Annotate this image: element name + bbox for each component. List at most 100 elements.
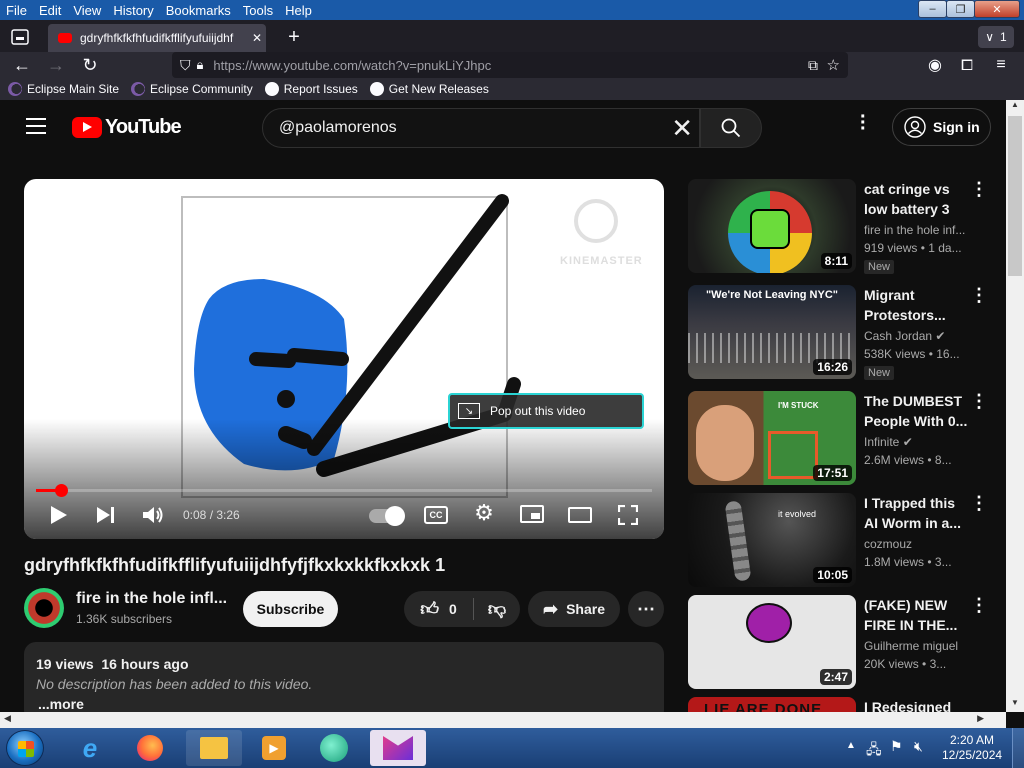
media-player-icon[interactable]: ▶ [246, 730, 302, 766]
theater-mode-icon[interactable] [568, 507, 592, 523]
more-options-icon[interactable]: ⋮ [970, 179, 988, 200]
channel-name[interactable]: Guilherme miguel [864, 639, 974, 653]
scroll-left-icon[interactable]: ◀ [4, 713, 11, 724]
menu-bookmarks[interactable]: Bookmarks [160, 3, 237, 18]
more-options-icon[interactable]: ⋮ [970, 285, 988, 306]
volume-muted-icon[interactable]: 🔇︎ [914, 738, 923, 755]
scroll-down-icon[interactable]: ▼ [1006, 698, 1024, 712]
video-thumbnail[interactable]: it evolved 10:05 [688, 493, 856, 587]
recommendation-item[interactable]: 8:11 cat cringe vs low battery 3 fire in… [688, 179, 1006, 274]
search-input[interactable]: @paolamorenos [279, 119, 397, 137]
recommendation-item[interactable]: LIE ARE DONE I Redesigned [688, 697, 1006, 712]
menu-file[interactable]: File [0, 3, 33, 18]
close-window-button[interactable]: ✕ [974, 0, 1020, 18]
bookmark-eclipse-community[interactable]: Eclipse Community [131, 82, 253, 96]
lock-icon[interactable]: 🔒︎ [197, 57, 204, 73]
progress-track[interactable] [36, 489, 652, 492]
show-hidden-icons[interactable]: ▲ [846, 740, 856, 751]
extensions-icon[interactable]: ⧠ [956, 54, 978, 76]
minimize-button[interactable]: – [918, 0, 947, 18]
active-app-icon[interactable] [370, 730, 426, 766]
bookmark-eclipse-main[interactable]: Eclipse Main Site [8, 82, 119, 96]
network-icon[interactable]: 🖧︎ [866, 739, 882, 763]
shield-icon[interactable]: ⛉ [180, 57, 191, 74]
video-title[interactable]: (FAKE) NEW FIRE IN THE... [864, 595, 968, 635]
settings-gear-icon[interactable]: ⚙ [472, 500, 496, 525]
menu-edit[interactable]: Edit [33, 3, 67, 18]
vertical-scrollbar[interactable]: ▲ ▼ [1006, 100, 1024, 712]
clear-search-icon[interactable]: ✕ [671, 113, 693, 144]
bookmark-get-new-releases[interactable]: Get New Releases [369, 82, 489, 96]
next-button[interactable] [96, 506, 116, 529]
channel-avatar[interactable] [24, 588, 64, 628]
tab-close-icon[interactable]: ✕ [252, 31, 262, 45]
reload-icon[interactable]: ↻ [78, 54, 102, 76]
horizontal-scrollbar[interactable]: ◀ ▶ [0, 712, 1006, 728]
subscribe-button[interactable]: Subscribe [243, 591, 338, 627]
like-button[interactable]: 👍︎ 0 [404, 598, 474, 620]
app-icon[interactable] [306, 730, 362, 766]
menu-hamburger-icon[interactable]: ≡ [990, 54, 1012, 76]
video-thumbnail[interactable]: "We're Not Leaving NYC" 16:26 [688, 285, 856, 379]
menu-view[interactable]: View [67, 3, 107, 18]
menu-help[interactable]: Help [279, 3, 318, 18]
show-desktop-button[interactable] [1012, 728, 1024, 768]
maximize-button[interactable]: ❐ [946, 0, 975, 18]
recommendation-item[interactable]: it evolved 10:05 I Trapped this AI Worm … [688, 493, 1006, 587]
menu-history[interactable]: History [107, 3, 159, 18]
youtube-logo[interactable]: YouTube [72, 116, 182, 138]
description-box[interactable]: 19 views 16 hours ago No description has… [24, 642, 664, 712]
channel-name[interactable]: Cash Jordan ✔ [864, 329, 974, 343]
video-thumbnail[interactable]: I'M STUCK 17:51 [688, 391, 856, 485]
miniplayer-icon[interactable] [520, 505, 544, 523]
video-thumbnail[interactable]: 2:47 [688, 595, 856, 689]
url-bar[interactable]: ⛉ 🔒︎ https://www.youtube.com/watch?v=pnu… [172, 52, 848, 78]
video-title[interactable]: I Trapped this AI Worm in a... [864, 493, 968, 533]
firefox-view-icon[interactable] [8, 26, 32, 48]
account-icon[interactable]: ◉ [924, 54, 946, 76]
popout-tooltip[interactable]: ↘ Pop out this video [448, 393, 644, 429]
video-thumbnail[interactable]: LIE ARE DONE [688, 697, 856, 712]
forward-arrow-icon[interactable]: → [44, 54, 68, 76]
start-button[interactable] [6, 730, 44, 766]
recommendation-item[interactable]: "We're Not Leaving NYC" 16:26 Migrant Pr… [688, 285, 1006, 380]
more-link[interactable]: ...more [38, 696, 84, 712]
settings-more-icon[interactable]: · · · [860, 107, 868, 140]
bookmark-report-issues[interactable]: Report Issues [264, 82, 358, 96]
scroll-right-icon[interactable]: ▶ [977, 713, 984, 724]
autoplay-toggle[interactable] [369, 506, 405, 526]
picture-in-picture-icon[interactable]: ⧉ [808, 57, 818, 74]
video-thumbnail[interactable]: 8:11 [688, 179, 856, 273]
scrollbar-thumb[interactable] [1008, 116, 1022, 276]
captions-icon[interactable]: CC [424, 506, 448, 524]
recommendation-item[interactable]: I'M STUCK 17:51 The DUMBEST People With … [688, 391, 1006, 485]
recommendation-item[interactable]: 2:47 (FAKE) NEW FIRE IN THE... Guilherme… [688, 595, 1006, 689]
channel-name[interactable]: fire in the hole infl... [76, 590, 227, 608]
video-title[interactable]: The DUMBEST People With 0... [864, 391, 968, 431]
video-title[interactable]: Migrant Protestors... [864, 285, 968, 325]
play-button[interactable] [50, 505, 68, 530]
fullscreen-icon[interactable] [617, 504, 639, 526]
tab-active[interactable]: gdryfhfkfkfhfudifkfflifyufuiijdhf ✕ [48, 24, 266, 52]
hamburger-menu-icon[interactable] [26, 118, 46, 134]
video-title[interactable]: I Redesigned [864, 697, 968, 712]
volume-button[interactable] [142, 505, 164, 530]
search-box[interactable]: @paolamorenos ✕ [262, 108, 700, 148]
more-options-icon[interactable]: ⋮ [970, 391, 988, 412]
file-explorer-icon[interactable] [186, 730, 242, 766]
channel-name[interactable]: cozmouz [864, 537, 974, 551]
progress-scrubber[interactable] [54, 484, 68, 497]
more-actions-icon[interactable]: ⋯ [628, 591, 664, 627]
video-player[interactable]: KINEMASTER ↘ Pop out this video 0:08 / 3… [24, 179, 664, 539]
internet-explorer-icon[interactable]: e [62, 730, 118, 766]
channel-name[interactable]: fire in the hole inf... [864, 223, 974, 237]
dislike-button[interactable]: 👎︎ [474, 598, 520, 620]
share-button[interactable]: ➦ Share [528, 591, 620, 627]
new-tab-button[interactable]: + [282, 26, 306, 48]
action-center-flag-icon[interactable]: ⚑ [890, 738, 903, 755]
more-options-icon[interactable]: ⋮ [970, 595, 988, 616]
channel-name[interactable]: Infinite ✔ [864, 435, 974, 449]
system-clock[interactable]: 2:20 AM 12/25/2024 [942, 733, 1002, 763]
firefox-icon[interactable] [122, 730, 178, 766]
video-title[interactable]: cat cringe vs low battery 3 [864, 179, 968, 219]
